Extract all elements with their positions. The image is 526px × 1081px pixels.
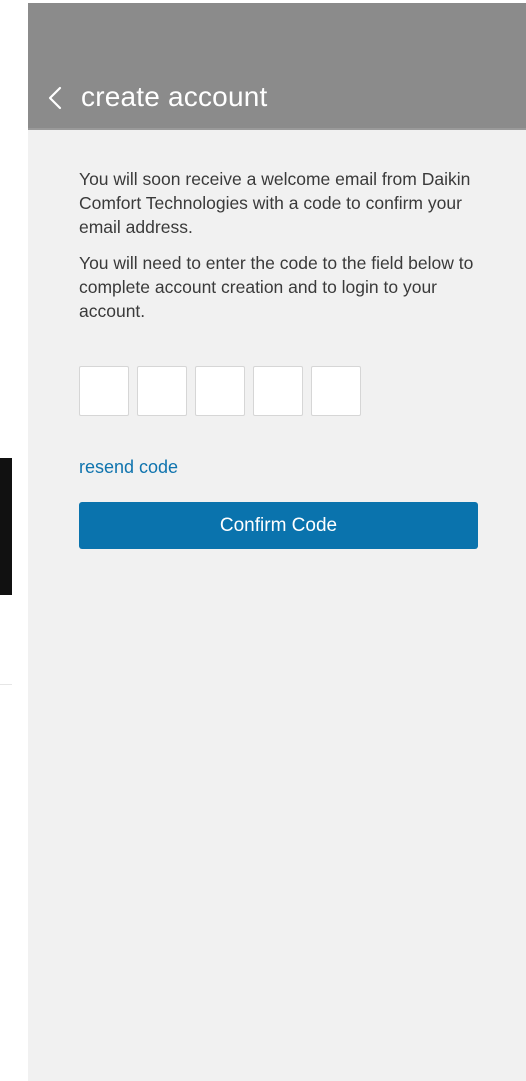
page-title: create account	[81, 81, 268, 112]
background-window-edge	[0, 458, 12, 595]
instructions: You will soon receive a welcome email fr…	[79, 167, 479, 323]
background-divider	[0, 684, 12, 685]
app-screen: create account You will soon receive a w…	[28, 3, 526, 1081]
back-button[interactable]	[42, 81, 68, 115]
code-digit-3[interactable]	[195, 366, 245, 416]
chevron-left-icon	[48, 86, 62, 110]
app-header: create account	[28, 3, 526, 128]
resend-code-link[interactable]: resend code	[79, 456, 178, 478]
code-digit-1[interactable]	[79, 366, 129, 416]
header-divider	[28, 128, 526, 130]
code-digit-5[interactable]	[311, 366, 361, 416]
screen: create account You will soon receive a w…	[0, 0, 526, 1081]
code-input-group	[79, 366, 361, 416]
code-digit-4[interactable]	[253, 366, 303, 416]
instruction-paragraph-1: You will soon receive a welcome email fr…	[79, 169, 471, 237]
code-digit-2[interactable]	[137, 366, 187, 416]
confirm-code-button[interactable]: Confirm Code	[79, 502, 478, 549]
instruction-paragraph-2: You will need to enter the code to the f…	[79, 253, 474, 321]
